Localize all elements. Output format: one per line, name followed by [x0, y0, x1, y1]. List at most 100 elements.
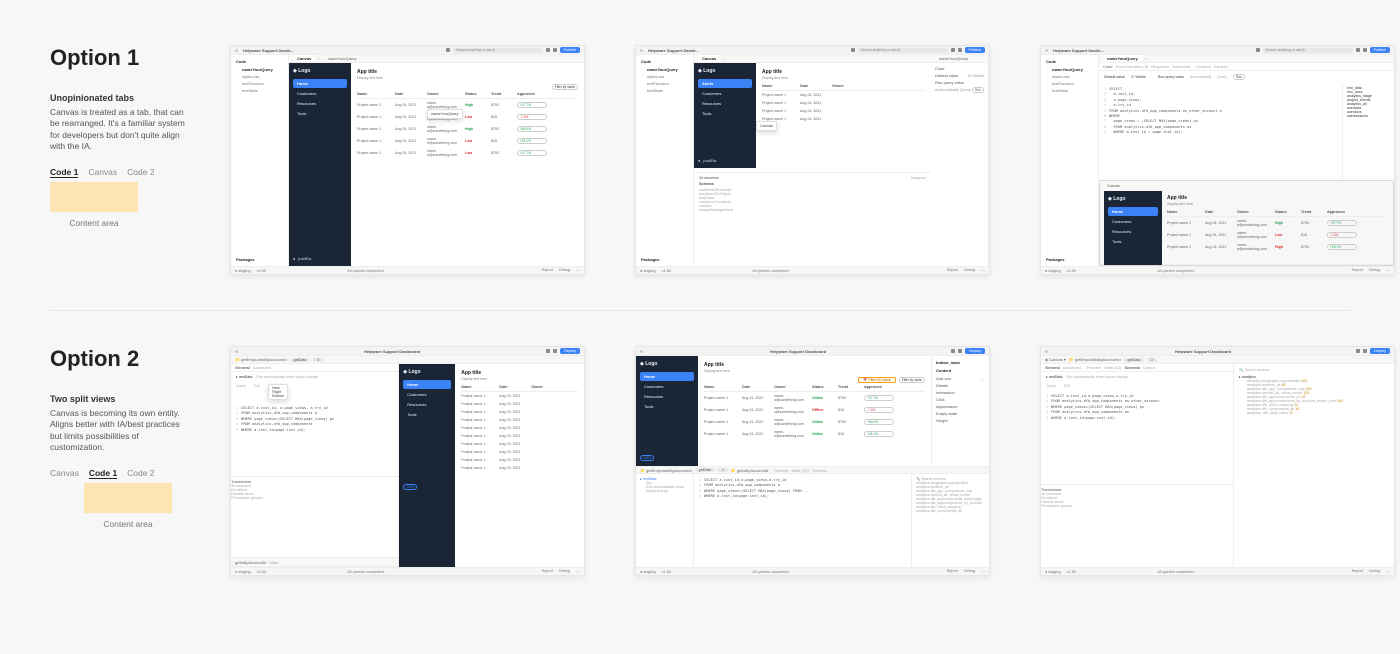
insp-empty[interactable]: Empty state	[936, 411, 957, 416]
table-row[interactable]: Project name 1Aug 24, 2021	[461, 400, 578, 408]
drop-indicator[interactable]: Canvas	[756, 121, 777, 131]
report-link[interactable]: Report	[542, 569, 553, 574]
table-row[interactable]: Project name 1Aug 24, 2021name-c@somethi…	[1167, 229, 1384, 241]
help-icon[interactable]	[951, 48, 955, 52]
search-icon[interactable]	[446, 48, 450, 52]
tab-canvas[interactable]: Canvas	[88, 167, 117, 178]
help-icon[interactable]	[546, 48, 550, 52]
global-search[interactable]: Search anything or ask AI	[1263, 48, 1353, 53]
report-link[interactable]: Report	[1352, 569, 1363, 574]
bottom-crumb[interactable]: getIsByAccountId	[235, 560, 266, 565]
nav-customers[interactable]: Customers	[293, 89, 347, 98]
nav-tools[interactable]: Tools	[640, 402, 694, 411]
table-row[interactable]: Project name 1Aug 24, 2021	[762, 99, 925, 107]
nav-customers[interactable]: Customers	[640, 382, 694, 391]
crumb-tag[interactable]: getData	[290, 358, 310, 362]
nav-customers[interactable]: Customers	[698, 89, 752, 98]
deploy-button[interactable]: Deploy	[965, 348, 985, 354]
nav-customers[interactable]: Customers	[403, 390, 451, 399]
settings-icon[interactable]	[553, 48, 557, 52]
tab-code2[interactable]: Code 2	[127, 167, 154, 178]
btab-preview[interactable]: Preview	[774, 468, 788, 473]
debug-link[interactable]: Debug	[559, 268, 570, 273]
nav-resources[interactable]: Resources	[293, 99, 347, 108]
table-row[interactable]: Project name 1Aug 24, 2021	[461, 424, 578, 432]
btab-state[interactable]: State (12)	[791, 468, 809, 473]
schema-item[interactable]: usersessions	[1347, 114, 1390, 118]
table-row[interactable]: Project name 1Aug 24, 2021name-a@somethi…	[1167, 217, 1384, 229]
table-row[interactable]: Project name 1Aug 24, 2021	[762, 107, 925, 115]
table-row[interactable]: Project name 1Aug 24, 2021name-a@somethi…	[704, 416, 925, 428]
nav-resources[interactable]: Resources	[698, 99, 752, 108]
debug-link[interactable]: Debug	[1369, 569, 1380, 574]
deploy-button[interactable]: Deploy	[1370, 348, 1390, 354]
tab-canvas[interactable]: Canvas	[698, 55, 720, 62]
insp-height[interactable]: Height	[936, 418, 948, 423]
file-item[interactable]: nameYourQuery	[1046, 67, 1093, 72]
code-editor[interactable]: 1SELECT a.inst_id,a.page_views,a.try_id2…	[1041, 390, 1233, 480]
split-menu[interactable]: New Right Bottom	[268, 384, 288, 400]
global-search[interactable]: Search anything or ask AI	[453, 48, 543, 53]
tab-code1[interactable]: Code 1	[89, 468, 117, 479]
nav-alerts[interactable]: Alerts	[698, 79, 752, 88]
expand-link[interactable]: Expand	[1214, 64, 1228, 69]
code-editor[interactable]: 1SELECT2 a.inst_id,3 a.page_views,4 a.tr…	[1099, 83, 1342, 180]
table-row[interactable]: Project name 1Aug 24, 2021name-a@somethi…	[704, 392, 925, 404]
packages-head[interactable]: Packages	[641, 254, 688, 262]
search-icon[interactable]	[1256, 48, 1260, 52]
rtab-output[interactable]: Output	[1143, 365, 1155, 370]
debug-link[interactable]: Debug	[559, 569, 570, 574]
rtab-preview[interactable]: Preview	[1087, 365, 1101, 370]
report-link[interactable]: Report	[947, 268, 958, 273]
file-item[interactable]: textFunction	[641, 81, 688, 86]
file-item[interactable]: textState	[641, 88, 688, 93]
nav-home[interactable]: Home	[293, 79, 347, 88]
tab-canvas[interactable]: Canvas	[293, 55, 315, 62]
table-row[interactable]: Project name 1Aug 24, 2021	[461, 464, 578, 472]
filter-input[interactable]: Filter by name	[552, 84, 578, 90]
crumb-canvas[interactable]: Canvas	[1049, 357, 1063, 362]
table-row[interactable]: Project name 1Aug 24, 2021name-a@somethi…	[1167, 241, 1384, 253]
table-row[interactable]: Project name 1Aug 24, 2021	[762, 115, 925, 123]
table-row[interactable]: Project name 1Aug 24, 2021name-b@somethi…	[704, 428, 925, 440]
resource-select[interactable]: restData	[1049, 375, 1063, 379]
file-item[interactable]: textState	[236, 88, 283, 93]
code-editor[interactable]: 1SELECT a.inst_id, a.page_views, a.try_i…	[231, 402, 398, 472]
resource-select[interactable]: restData	[239, 375, 253, 379]
table-row[interactable]: Project name 1Aug 24, 2021name-e@somethi…	[357, 147, 578, 159]
schema-search[interactable]: Search schema	[1244, 368, 1269, 372]
packages-head[interactable]: Packages	[1046, 254, 1093, 262]
rtab-schema[interactable]: Schema	[1125, 365, 1140, 370]
table-row[interactable]: Project name 1Aug 24, 2021	[461, 392, 578, 400]
subtab-events[interactable]: Event handlers (0)	[1116, 64, 1149, 69]
subtab-code[interactable]: Code	[1103, 64, 1113, 69]
report-link[interactable]: Report	[1352, 268, 1363, 273]
tab-query[interactable]: nameYourQuery	[935, 55, 972, 62]
insp-interaction[interactable]: Interaction	[936, 390, 955, 395]
table-row[interactable]: Project name 1Aug 24, 2021	[762, 91, 925, 99]
table-row[interactable]: Project name 1Aug 24, 2021name-c@somethi…	[704, 404, 925, 416]
btab-schema[interactable]: Schema	[812, 468, 827, 473]
table-row[interactable]: Project name 1Aug 24, 2021	[461, 448, 578, 456]
file-item[interactable]: nameYourQuery	[641, 67, 688, 72]
table-row[interactable]: Project name 1Aug 24, 2021	[461, 456, 578, 464]
table-row[interactable]: Project name 1Aug 24, 2021name-b@somethi…	[357, 135, 578, 147]
deploy-button[interactable]: Deploy	[560, 348, 580, 354]
nav-tools[interactable]: Tools	[293, 109, 347, 118]
table-row[interactable]: Project name 1Aug 24, 2021	[461, 440, 578, 448]
file-item[interactable]: nameYourQuery	[236, 67, 283, 72]
table-row[interactable]: Project name 1Aug 24, 2021name-c@somethi…	[357, 111, 578, 123]
tab-query[interactable]: nameYourQuery	[324, 55, 361, 62]
publish-button[interactable]: Publish	[1370, 47, 1390, 53]
nav-tools[interactable]: Tools	[1108, 237, 1158, 246]
filter-dates[interactable]: 📅 Filter by name	[858, 377, 896, 383]
nav-home[interactable]: Home	[403, 380, 451, 389]
debug-link[interactable]: Debug	[964, 569, 975, 574]
report-link[interactable]: Report	[542, 268, 553, 273]
run-button[interactable]: Run	[1233, 74, 1245, 80]
insp-details[interactable]: Details	[936, 383, 948, 388]
tab-canvas[interactable]: Canvas	[50, 468, 79, 479]
menu-bottom[interactable]: Bottom	[272, 394, 284, 398]
nav-home[interactable]: Home	[1108, 207, 1158, 216]
file-item[interactable]: textFunction	[236, 81, 283, 86]
